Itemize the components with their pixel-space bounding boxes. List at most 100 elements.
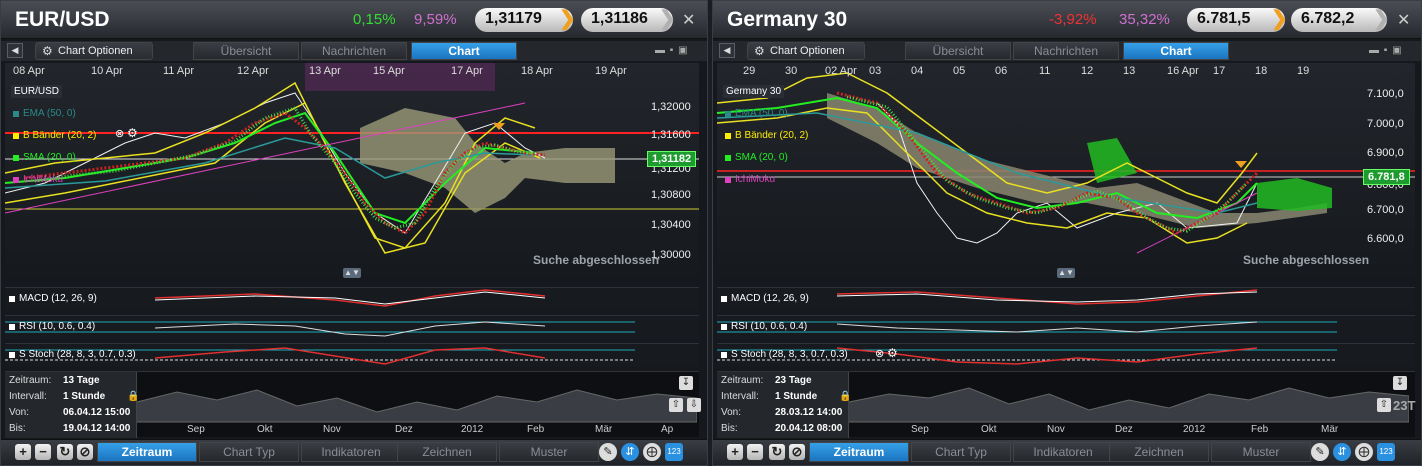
y-tick: 6.600,0 — [1367, 233, 1404, 245]
chart-options-button[interactable]: ⚙ Chart Optionen — [747, 42, 865, 60]
color-swatch — [725, 177, 731, 183]
color-swatch — [13, 111, 19, 117]
bottom-tab-muster[interactable]: Muster — [1211, 442, 1311, 462]
macd-svg — [836, 289, 1258, 305]
bottom-tab-zeitraum[interactable]: Zeitraum — [97, 442, 197, 462]
y-tick: 6.900,0 — [1367, 147, 1404, 159]
scroll-icon[interactable]: ⇵ — [621, 443, 639, 461]
gear-icon: ⚙ — [754, 44, 765, 58]
indicator-ichimoku[interactable]: IchiMoku — [11, 173, 63, 187]
window-controls[interactable]: ▬ ▪ ▣ — [1369, 45, 1403, 56]
pin-icon[interactable]: ◀ — [7, 43, 23, 58]
tab-chart[interactable]: Chart — [411, 42, 517, 60]
indicator-ichimoku[interactable]: IchiMoku — [723, 173, 775, 187]
y-tick: 6.700,0 — [1367, 204, 1404, 216]
month-label: Dez — [395, 424, 413, 435]
reset-icon[interactable]: ⊘ — [77, 444, 93, 460]
x-tick: 18 — [1255, 65, 1268, 77]
tab-chart[interactable]: Chart — [1123, 42, 1229, 60]
y-tick: 1,32000 — [651, 101, 691, 113]
zoom-in-icon[interactable]: + — [15, 444, 31, 460]
bottom-tab-zeichnen[interactable]: Zeichnen — [1109, 442, 1209, 462]
indicator-label: EMA (50, 0) — [23, 108, 76, 119]
month-label: Mär — [1321, 424, 1339, 435]
chart-options-button[interactable]: ⚙ Chart Optionen — [35, 42, 153, 60]
scroll-left-icon[interactable]: ⇧ — [669, 398, 683, 412]
tab-overview[interactable]: Übersicht — [905, 42, 1011, 60]
close-icon[interactable]: ✕ — [1397, 10, 1410, 30]
scroll-icon[interactable]: ⇵ — [1333, 443, 1351, 461]
color-swatch — [725, 111, 731, 117]
keypad-icon[interactable]: 123 — [665, 443, 683, 461]
subchart-macd: MACD (12, 26, 9) — [5, 287, 699, 311]
crosshair-icon[interactable]: ⨁ — [1355, 443, 1373, 461]
rsi-svg — [5, 321, 635, 337]
indicator-sma[interactable]: SMA (20, 0) — [11, 151, 76, 165]
bid-price-button[interactable]: 6.781,5 ❯ — [1187, 8, 1288, 32]
macd-label: MACD (12, 26, 9) — [9, 293, 97, 304]
scroll-right-icon[interactable]: ⇩ — [687, 398, 701, 412]
zoom-out-icon[interactable]: − — [747, 444, 763, 460]
lock-icon[interactable]: 🔒 — [127, 391, 139, 402]
remove-indicator-icon[interactable]: ⊗ — [875, 347, 884, 360]
bottom-tab-zeitraum[interactable]: Zeitraum — [809, 442, 909, 462]
search-status: Suche abgeschlossen — [1243, 253, 1370, 267]
x-tick: 03 — [869, 65, 882, 77]
reset-icon[interactable]: ⊘ — [789, 444, 805, 460]
pin-icon[interactable]: ◀ — [719, 43, 735, 58]
zoom-in-icon[interactable]: + — [727, 444, 743, 460]
gear-icon[interactable]: ⚙ — [127, 126, 138, 140]
rsi-label: RSI (10, 0.6, 0.4) — [721, 321, 807, 332]
indicator-label: B Bänder (20, 2) — [735, 130, 809, 141]
refresh-icon[interactable]: ↻ — [769, 444, 785, 460]
window-controls[interactable]: ▬ ▪ ▣ — [655, 45, 689, 56]
navigator[interactable]: Zeitraum: 13 Tage Intervall: 1 Stunde 🔒 Von… — [5, 371, 701, 438]
change-percent: 0,15% — [353, 11, 396, 28]
close-icon[interactable]: ✕ — [682, 10, 695, 30]
scroll-left-icon[interactable]: ⇧ — [1377, 398, 1391, 412]
navigator-info: Zeitraum: 13 Tage Intervall: 1 Stunde 🔒 Von… — [5, 372, 139, 438]
tab-news[interactable]: Nachrichten — [1013, 42, 1119, 60]
remove-indicator-icon[interactable]: ⊗ — [115, 127, 124, 140]
collapse-toggle-icon[interactable]: ▲▼ — [1057, 268, 1075, 278]
ask-price-button[interactable]: 6.782,2 ❯ — [1291, 8, 1390, 32]
pencil-icon[interactable]: ✎ — [1311, 443, 1329, 461]
crosshair-icon[interactable]: ⨁ — [643, 443, 661, 461]
subchart-label: RSI (10, 0.6, 0.4) — [19, 321, 96, 332]
download-icon[interactable]: ↧ — [679, 376, 693, 390]
zoom-out-icon[interactable]: − — [35, 444, 51, 460]
keypad-icon[interactable]: 123 — [1377, 443, 1395, 461]
pencil-icon[interactable]: ✎ — [599, 443, 617, 461]
bottom-tab-charttyp[interactable]: Chart Typ — [199, 442, 299, 462]
indicator-ema[interactable]: EMA (50, 0) — [11, 107, 76, 121]
stoch-label: S Stoch (28, 8, 3, 0.7, 0.3) — [9, 349, 136, 360]
bottom-tab-charttyp[interactable]: Chart Typ — [911, 442, 1011, 462]
price-chart[interactable]: 08 Apr 10 Apr 11 Apr 12 Apr 13 Apr 15 Ap… — [5, 63, 699, 278]
indicator-label: SMA (20, 0) — [23, 152, 76, 163]
subchart-label: MACD (12, 26, 9) — [19, 293, 97, 304]
refresh-icon[interactable]: ↻ — [57, 444, 73, 460]
navigator[interactable]: Zeitraum: 23 Tage Intervall: 1 Stunde 🔒 Von… — [717, 371, 1415, 438]
collapse-toggle-icon[interactable]: ▲▼ — [343, 268, 361, 278]
download-icon[interactable]: ↧ — [1393, 376, 1407, 390]
indicator-bbands[interactable]: B Bänder (20, 2) — [723, 129, 808, 143]
gear-icon[interactable]: ⚙ — [887, 346, 898, 360]
bottom-tab-indikatoren[interactable]: Indikatoren — [301, 442, 401, 462]
bottom-tab-indikatoren[interactable]: Indikatoren — [1013, 442, 1113, 462]
tab-overview[interactable]: Übersicht — [193, 42, 299, 60]
price-chart[interactable]: 29 30 02 Apr 03 04 05 06 11 12 13 16 Apr… — [717, 63, 1415, 278]
ask-price-button[interactable]: 1,31186 ❯ — [581, 8, 676, 32]
tab-news[interactable]: Nachrichten — [301, 42, 407, 60]
lock-icon[interactable]: 🔒 — [839, 391, 851, 402]
color-swatch — [721, 352, 727, 358]
navigator-info: Zeitraum: 23 Tage Intervall: 1 Stunde 🔒 Von… — [717, 372, 851, 438]
x-tick: 30 — [785, 65, 798, 77]
indicator-sma[interactable]: SMA (20, 0) — [723, 151, 788, 165]
bid-price-button[interactable]: 1,31179 ❯ — [475, 8, 576, 32]
indicator-ema[interactable]: EMA (50, 0) — [723, 107, 788, 121]
x-tick: 15 Apr — [373, 65, 405, 77]
bottom-tab-muster[interactable]: Muster — [499, 442, 599, 462]
intervall-label: Intervall: — [9, 391, 47, 402]
indicator-bbands[interactable]: B Bänder (20, 2) — [11, 129, 96, 143]
bottom-tab-zeichnen[interactable]: Zeichnen — [397, 442, 497, 462]
